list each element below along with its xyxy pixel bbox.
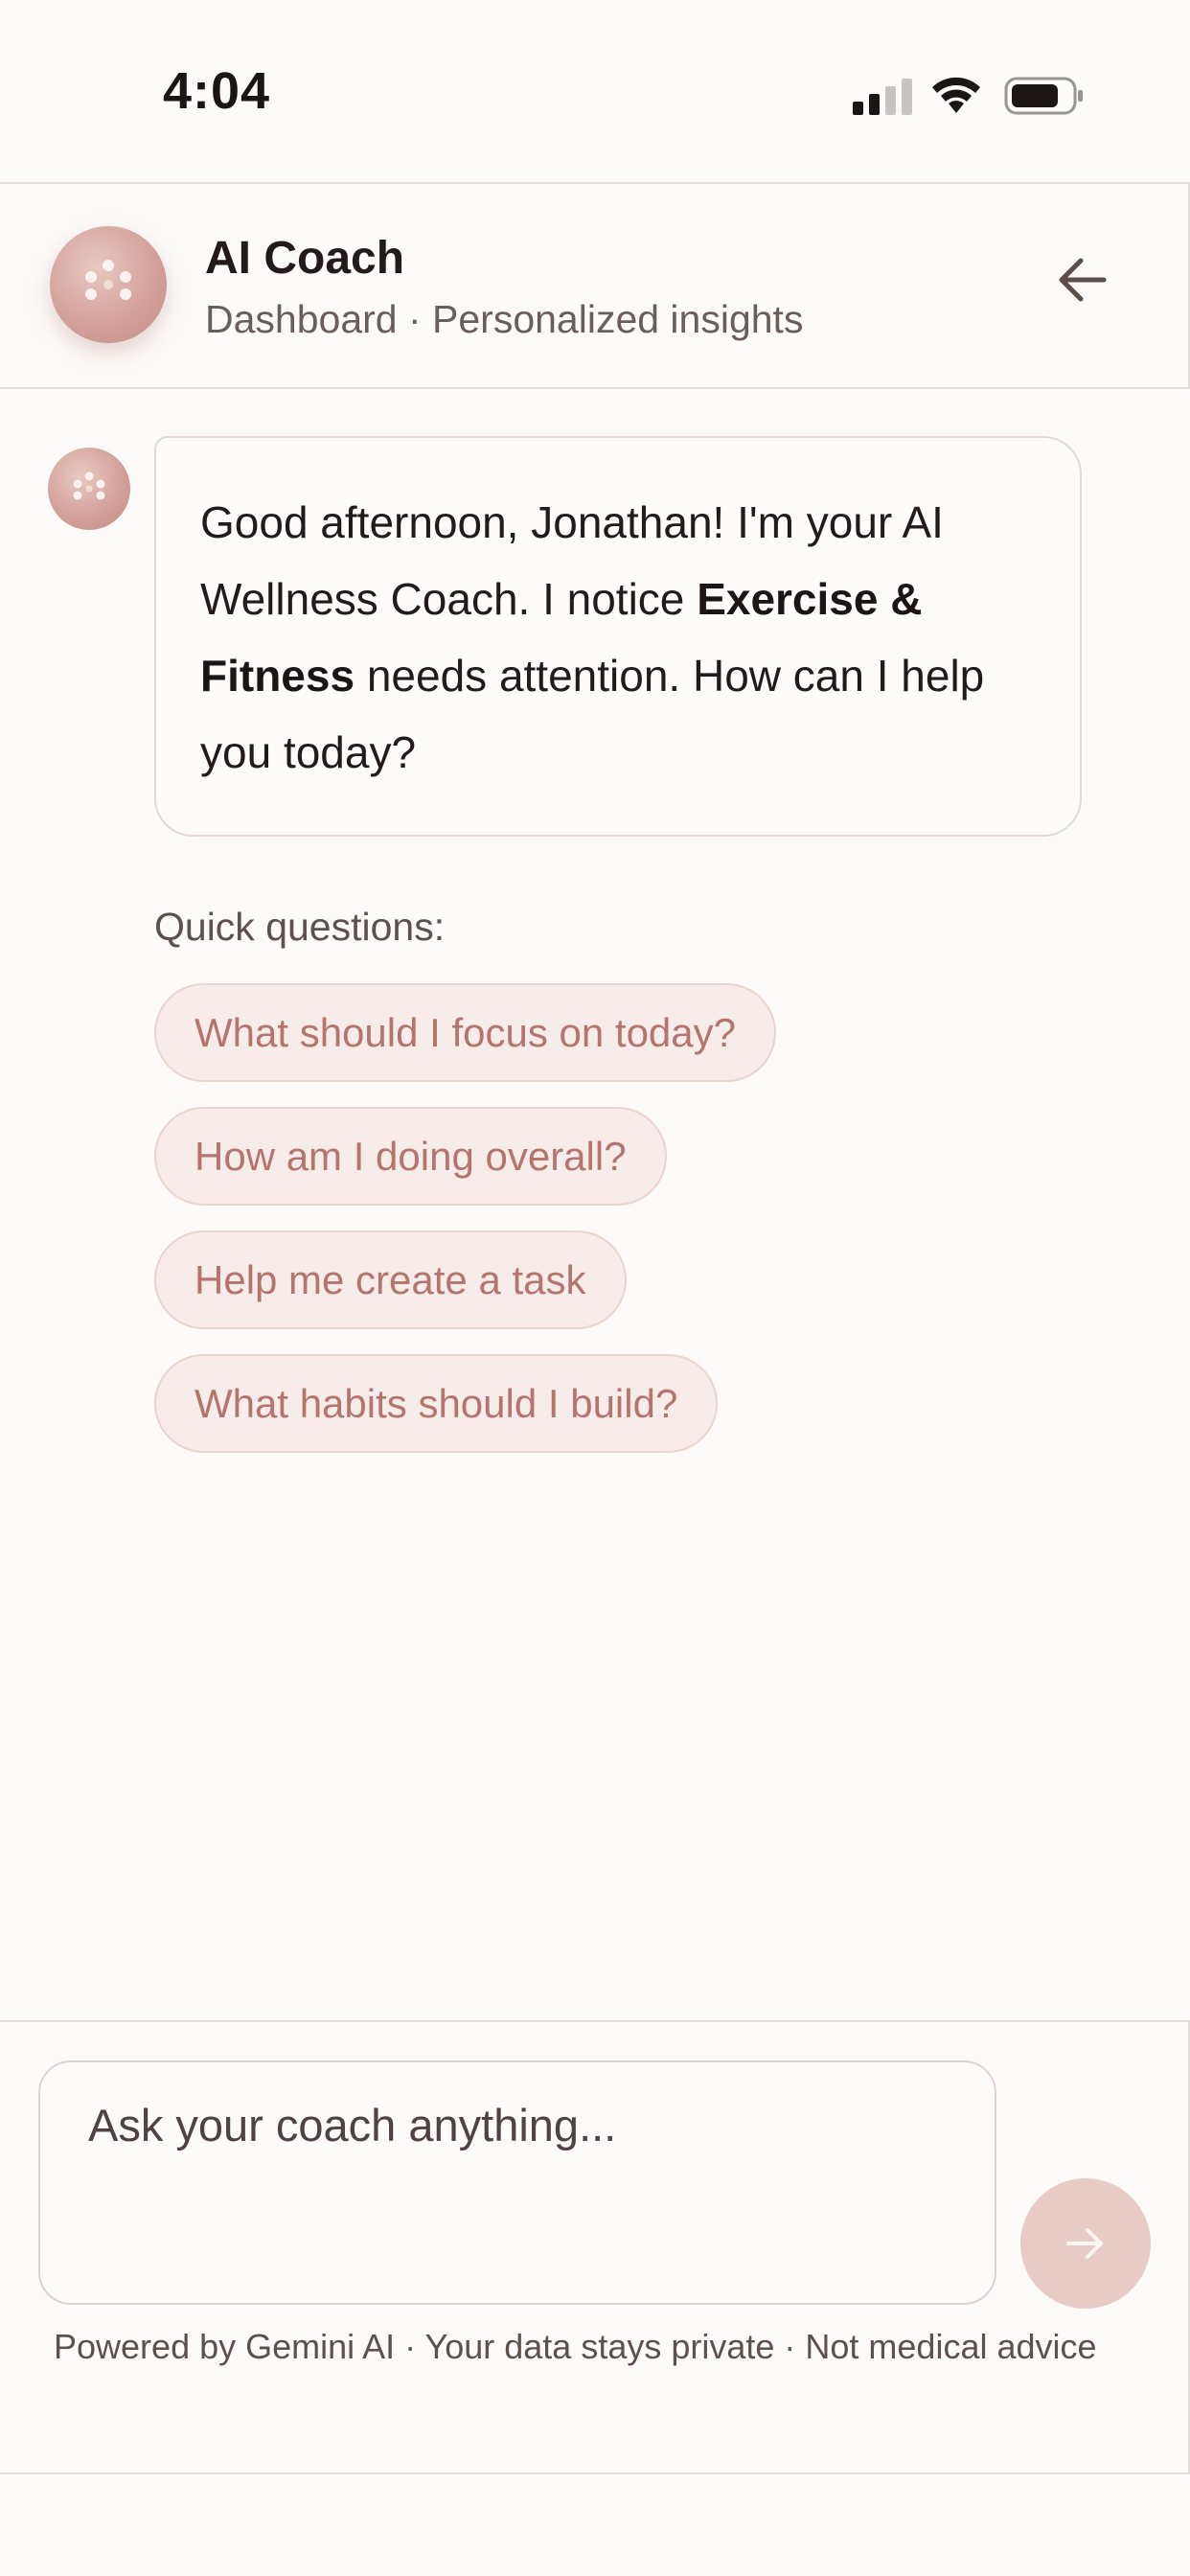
message-input[interactable] <box>38 2060 996 2305</box>
coach-message: Good afternoon, Jonathan! I'm your AI We… <box>154 436 1082 837</box>
status-bar: 4:04 <box>0 0 1190 182</box>
arrow-left-icon <box>1059 258 1107 302</box>
status-time: 4:04 <box>163 62 271 120</box>
quick-questions-list: What should I focus on today? How am I d… <box>154 983 777 1478</box>
bot-avatar <box>48 448 130 530</box>
quick-question-chip[interactable]: What should I focus on today? <box>154 983 777 1082</box>
quick-question-chip[interactable]: Help me create a task <box>154 1230 627 1329</box>
battery-icon <box>1004 77 1083 115</box>
arrow-right-icon <box>1066 2228 1103 2259</box>
signal-icon <box>853 79 912 115</box>
message-composer: Powered by Gemini AI · Your data stays p… <box>0 2020 1190 2474</box>
back-button[interactable] <box>1044 242 1121 318</box>
dots-icon <box>85 260 131 300</box>
app-header: AI Coach Dashboard · Personalized insigh… <box>0 182 1190 389</box>
quick-question-chip[interactable]: How am I doing overall? <box>154 1107 667 1206</box>
dots-icon <box>73 472 105 500</box>
coach-avatar <box>50 226 167 343</box>
disclaimer-text: Powered by Gemini AI · Your data stays p… <box>54 2327 1097 2366</box>
send-button[interactable] <box>1020 2178 1151 2309</box>
quick-questions-label: Quick questions: <box>154 905 446 949</box>
wifi-icon <box>932 77 980 113</box>
page-title: AI Coach <box>205 233 405 284</box>
quick-question-chip[interactable]: What habits should I build? <box>154 1354 719 1453</box>
page-subtitle: Dashboard · Personalized insights <box>205 297 804 341</box>
